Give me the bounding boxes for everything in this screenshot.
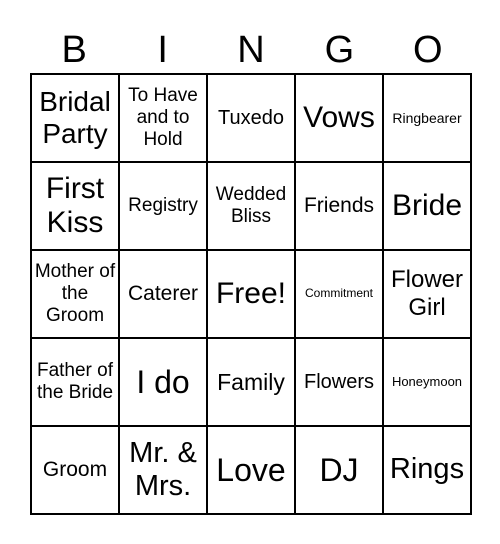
bingo-cell[interactable]: Mr. & Mrs.	[119, 426, 207, 514]
header-letter-o: O	[413, 29, 443, 71]
bingo-cell[interactable]: Groom	[31, 426, 119, 514]
bingo-cell[interactable]: Wedded Bliss	[207, 162, 295, 250]
bingo-cell[interactable]: Bridal Party	[31, 74, 119, 162]
bingo-cell[interactable]: Love	[207, 426, 295, 514]
bingo-cell[interactable]: I do	[119, 338, 207, 426]
bingo-cell[interactable]: Family	[207, 338, 295, 426]
bingo-cell[interactable]: Flower Girl	[383, 250, 471, 338]
bingo-cell[interactable]: First Kiss	[31, 162, 119, 250]
bingo-cell[interactable]: Honeymoon	[383, 338, 471, 426]
bingo-cell[interactable]: Tuxedo	[207, 74, 295, 162]
bingo-cell[interactable]: Caterer	[119, 250, 207, 338]
bingo-cell[interactable]: Vows	[295, 74, 383, 162]
bingo-cell[interactable]: Registry	[119, 162, 207, 250]
bingo-cell[interactable]: Bride	[383, 162, 471, 250]
bingo-cell[interactable]: Flowers	[295, 338, 383, 426]
bingo-cell[interactable]: Ringbearer	[383, 74, 471, 162]
bingo-cell[interactable]: Free!	[207, 250, 295, 338]
header-letter-g: G	[324, 29, 355, 71]
bingo-header: B I N G O	[30, 28, 472, 72]
header-letter-i: I	[157, 29, 168, 71]
bingo-cell[interactable]: Mother of the Groom	[31, 250, 119, 338]
bingo-cell[interactable]: Friends	[295, 162, 383, 250]
header-letter-n: N	[237, 29, 265, 71]
bingo-cell[interactable]: To Have and to Hold	[119, 74, 207, 162]
header-letter-b: B	[61, 29, 87, 71]
bingo-cell[interactable]: Rings	[383, 426, 471, 514]
bingo-cell[interactable]: DJ	[295, 426, 383, 514]
bingo-grid: Bridal Party To Have and to Hold Tuxedo Vow…	[30, 73, 472, 515]
bingo-cell[interactable]: Commitment	[295, 250, 383, 338]
bingo-cell[interactable]: Father of the Bride	[31, 338, 119, 426]
